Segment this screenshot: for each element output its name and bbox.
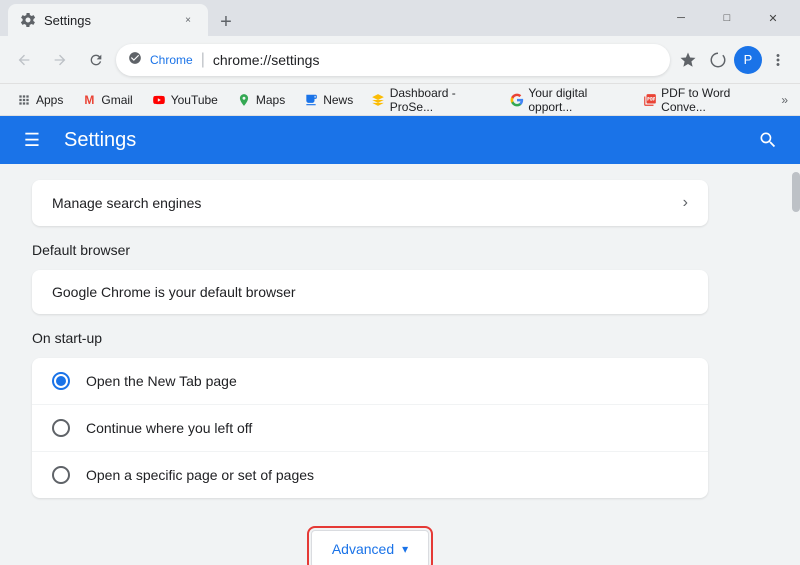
startup-specific-page-label: Open a specific page or set of pages (86, 467, 314, 483)
maximize-button[interactable]: □ (704, 2, 750, 34)
chrome-labs-button[interactable] (704, 46, 732, 74)
pdf-label: PDF to Word Conve... (661, 86, 767, 114)
reload-button[interactable] (80, 44, 112, 76)
settings-main-area: Manage search engines › Default browser … (0, 164, 800, 565)
hamburger-menu-button[interactable]: ☰ (16, 124, 48, 156)
apps-icon (16, 92, 32, 108)
settings-content: Manage search engines › Default browser … (0, 164, 740, 565)
gmail-label: Gmail (101, 93, 132, 107)
default-browser-section: Default browser Google Chrome is your de… (32, 242, 708, 314)
radio-specific-page[interactable] (52, 466, 70, 484)
startup-option-continue[interactable]: Continue where you left off (32, 405, 708, 452)
startup-options-card: Open the New Tab page Continue where you… (32, 358, 708, 498)
youtube-icon (151, 92, 167, 108)
bookmarks-bar: Apps M Gmail YouTube Maps News (0, 84, 800, 116)
manage-search-card: Manage search engines › (32, 180, 708, 226)
active-tab[interactable]: Settings × (8, 4, 208, 36)
advanced-button-label: Advanced (332, 541, 394, 557)
settings-page-title: Settings (64, 129, 736, 152)
back-button[interactable] (8, 44, 40, 76)
maps-label: Maps (256, 93, 285, 107)
settings-header: ☰ Settings (0, 116, 800, 164)
profile-avatar: P (734, 46, 762, 74)
tab-strip: Settings × + (0, 0, 654, 36)
advanced-chevron-icon: ▾ (402, 542, 408, 556)
minimize-button[interactable]: ─ (658, 2, 704, 34)
news-icon (303, 92, 319, 108)
page-content: ☰ Settings Manage search engines › Defau… (0, 116, 800, 565)
manage-search-arrow: › (683, 194, 688, 212)
advanced-area: Advanced ▾ (32, 514, 708, 565)
scrollbar-thumb[interactable] (792, 172, 800, 212)
startup-continue-label: Continue where you left off (86, 420, 252, 436)
on-startup-section: On start-up Open the New Tab page Contin… (32, 330, 708, 498)
default-browser-text: Google Chrome is your default browser (52, 284, 296, 300)
tab-close-button[interactable]: × (180, 12, 196, 28)
dashboard-icon (371, 92, 386, 108)
youtube-label: YouTube (171, 93, 218, 107)
window-frame: Settings × + ─ □ ✕ Chrome | chrome://se (0, 0, 800, 565)
maps-icon (236, 92, 252, 108)
gmail-icon: M (81, 92, 97, 108)
bookmark-gmail[interactable]: M Gmail (73, 88, 140, 112)
bookmark-apps[interactable]: Apps (8, 88, 71, 112)
bookmark-news[interactable]: News (295, 88, 361, 112)
bookmark-dashboard[interactable]: Dashboard - ProSe... (363, 82, 500, 118)
settings-search-button[interactable] (752, 124, 784, 156)
close-button[interactable]: ✕ (750, 2, 796, 34)
nav-right-actions: P (674, 46, 792, 74)
address-url: chrome://settings (213, 52, 658, 68)
bookmark-star-button[interactable] (674, 46, 702, 74)
startup-option-specific-page[interactable]: Open a specific page or set of pages (32, 452, 708, 498)
startup-new-tab-label: Open the New Tab page (86, 373, 237, 389)
bookmark-pdf[interactable]: PDF to Word Conve... (635, 82, 776, 118)
secure-icon (128, 51, 142, 68)
bookmarks-more-button[interactable]: » (777, 89, 792, 111)
forward-button[interactable] (44, 44, 76, 76)
radio-continue[interactable] (52, 419, 70, 437)
address-bar[interactable]: Chrome | chrome://settings (116, 44, 670, 76)
tab-favicon (20, 12, 36, 28)
bookmark-maps[interactable]: Maps (228, 88, 293, 112)
news-label: News (323, 93, 353, 107)
address-chrome-label: Chrome (150, 53, 193, 67)
google-label: Your digital opport... (528, 86, 624, 114)
google-icon (510, 92, 525, 108)
window-controls: ─ □ ✕ (654, 0, 800, 36)
manage-search-label: Manage search engines (52, 195, 683, 211)
dashboard-label: Dashboard - ProSe... (390, 86, 492, 114)
apps-label: Apps (36, 93, 63, 107)
menu-button[interactable] (764, 46, 792, 74)
pdf-icon (643, 92, 658, 108)
manage-search-row[interactable]: Manage search engines › (32, 180, 708, 226)
bookmark-youtube[interactable]: YouTube (143, 88, 226, 112)
advanced-button[interactable]: Advanced ▾ (311, 530, 429, 565)
bookmark-google[interactable]: Your digital opport... (502, 82, 633, 118)
new-tab-button[interactable]: + (212, 8, 240, 36)
title-bar: Settings × + ─ □ ✕ (0, 0, 800, 36)
on-startup-label: On start-up (32, 330, 708, 346)
radio-new-tab-dot (56, 376, 66, 386)
address-separator: | (201, 51, 205, 69)
radio-new-tab[interactable] (52, 372, 70, 390)
profile-button[interactable]: P (734, 46, 762, 74)
default-browser-info: Google Chrome is your default browser (32, 270, 708, 314)
default-browser-label: Default browser (32, 242, 708, 258)
scrollbar[interactable] (792, 164, 800, 565)
tab-title: Settings (44, 13, 172, 28)
navigation-bar: Chrome | chrome://settings P (0, 36, 800, 84)
startup-option-new-tab[interactable]: Open the New Tab page (32, 358, 708, 405)
